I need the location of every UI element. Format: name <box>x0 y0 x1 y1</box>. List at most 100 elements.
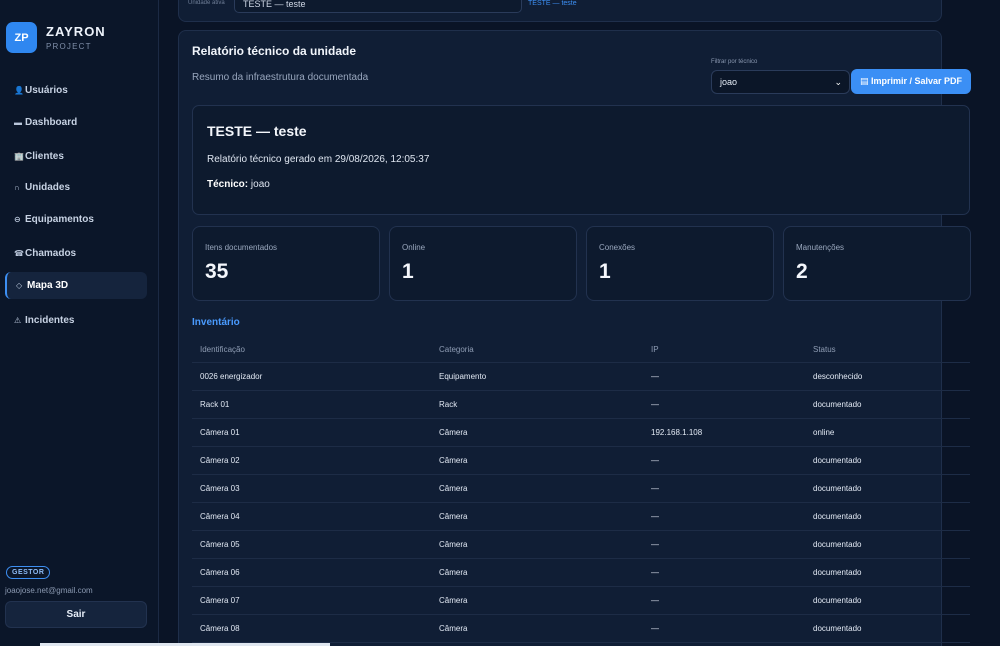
cell-identificacao: Câmera 08 <box>200 624 240 633</box>
phone-icon: ☎ <box>14 249 24 258</box>
sidebar-item-label: Dashboard <box>25 117 78 128</box>
brand-name: ZAYRON <box>46 24 106 39</box>
sidebar-item-label: Usuários <box>25 85 68 96</box>
cell-status: documentado <box>813 624 862 633</box>
inventory-title: Inventário <box>192 317 240 328</box>
unit-select[interactable]: TESTE — teste <box>234 0 522 13</box>
cell-ip: — <box>651 540 659 549</box>
stat-value: 2 <box>796 260 808 283</box>
technician-value: joao <box>250 179 270 190</box>
column-header: Categoria <box>439 345 474 354</box>
table-row[interactable]: Câmera 03 Câmera — documentado <box>192 475 970 503</box>
technician-filter-select[interactable]: joao ⌄ <box>711 70 850 94</box>
table-row[interactable]: Câmera 04 Câmera — documentado <box>192 503 970 531</box>
stat-label: Itens documentados <box>205 243 278 252</box>
cell-identificacao: Câmera 02 <box>200 456 240 465</box>
table-row[interactable]: Câmera 07 Câmera — documentado <box>192 587 970 615</box>
column-header: IP <box>651 345 659 354</box>
cell-ip: — <box>651 624 659 633</box>
stat-value: 1 <box>599 260 611 283</box>
sidebar-nav: 👤 Usuários ▬ Dashboard 🏢 Clientes ∩ Unidades… <box>5 77 147 334</box>
cell-status: documentado <box>813 512 862 521</box>
cell-identificacao: Câmera 07 <box>200 596 240 605</box>
table-row[interactable]: Câmera 01 Câmera 192.168.1.108 online <box>192 419 970 447</box>
table-row[interactable]: Rack 01 Rack — documentado <box>192 391 970 419</box>
cell-ip: — <box>651 596 659 605</box>
cell-status: online <box>813 428 835 437</box>
unit-selector-label: Unidade ativa <box>188 0 225 6</box>
stat-card: Manutenções 2 <box>783 226 971 301</box>
cell-identificacao: Câmera 03 <box>200 484 240 493</box>
main-content: Unidade ativa TESTE — teste TESTE — test… <box>159 0 1000 646</box>
technician-filter-value: joao <box>720 77 738 87</box>
table-row[interactable]: Câmera 08 Câmera — documentado <box>192 615 970 643</box>
logo: ZP <box>6 22 37 53</box>
table-row[interactable]: Câmera 05 Câmera — documentado <box>192 531 970 559</box>
cell-identificacao: Câmera 05 <box>200 540 240 549</box>
column-header: Identificação <box>200 345 245 354</box>
sidebar-item-label: Mapa 3D <box>27 280 69 291</box>
stat-value: 35 <box>205 260 229 283</box>
sidebar-item-equipamentos[interactable]: ⊖ Equipamentos <box>5 206 147 233</box>
role-badge: GESTOR <box>6 566 51 579</box>
column-header: Status <box>813 345 836 354</box>
unit-selector-bar: Unidade ativa TESTE — teste TESTE — test… <box>178 0 942 22</box>
cell-status: documentado <box>813 540 862 549</box>
cell-categoria: Câmera <box>439 484 468 493</box>
cell-status: documentado <box>813 484 862 493</box>
sidebar-item-label: Unidades <box>25 182 71 193</box>
cell-categoria: Câmera <box>439 540 468 549</box>
dashboard-icon: ▬ <box>14 118 22 127</box>
report-info-panel: TESTE — teste Relatório técnico gerado e… <box>192 105 970 215</box>
unit-title: TESTE — teste <box>207 123 307 139</box>
unit-link[interactable]: TESTE — teste <box>528 0 577 7</box>
cell-ip: — <box>651 372 659 381</box>
cell-categoria: Câmera <box>439 624 468 633</box>
cell-categoria: Rack <box>439 400 458 409</box>
sidebar-item-incidentes[interactable]: ⚠ Incidentes <box>5 307 147 334</box>
cell-ip: — <box>651 456 659 465</box>
user-icon: 👤 <box>14 86 24 95</box>
stat-label: Conexões <box>599 243 636 252</box>
sidebar-item-clientes[interactable]: 🏢 Clientes <box>5 143 147 170</box>
print-pdf-button[interactable]: ▤ Imprimir / Salvar PDF <box>851 69 971 94</box>
chevron-down-icon: ⌄ <box>834 77 842 87</box>
stat-card: Itens documentados 35 <box>192 226 380 301</box>
sidebar-item-dashboard[interactable]: ▬ Dashboard <box>5 109 147 136</box>
cell-status: desconhecido <box>813 372 863 381</box>
cell-ip: 192.168.1.108 <box>651 428 703 437</box>
table-row[interactable]: Câmera 02 Câmera — documentado <box>192 447 970 475</box>
sidebar-item-label: Clientes <box>25 151 64 162</box>
technician-label: Técnico: <box>207 179 249 190</box>
diamond-icon: ◇ <box>16 281 23 290</box>
sidebar-item-mapa-3d[interactable]: ◇ Mapa 3D <box>5 272 147 299</box>
cell-identificacao: Rack 01 <box>200 400 230 409</box>
report-title: Relatório técnico da unidade <box>192 44 357 58</box>
table-row[interactable]: 0026 energizador Equipamento — desconhecido <box>192 363 970 391</box>
generated-at: Relatório técnico gerado em 29/08/2026, … <box>207 154 430 165</box>
equipment-icon: ⊖ <box>14 215 21 224</box>
cell-identificacao: Câmera 06 <box>200 568 240 577</box>
logout-button[interactable]: Sair <box>5 601 147 628</box>
cell-ip: — <box>651 568 659 577</box>
cell-ip: — <box>651 400 659 409</box>
inventory-table: Identificação Categoria IP Status 0026 e… <box>192 336 970 643</box>
sidebar-item-label: Incidentes <box>25 315 75 326</box>
cell-categoria: Câmera <box>439 456 468 465</box>
table-row[interactable]: Câmera 06 Câmera — documentado <box>192 559 970 587</box>
sidebar-item-usuarios[interactable]: 👤 Usuários <box>5 77 147 104</box>
report-subtitle: Resumo da infraestrutura documentada <box>192 72 369 83</box>
sidebar-item-chamados[interactable]: ☎ Chamados <box>5 240 147 267</box>
cell-categoria: Câmera <box>439 596 468 605</box>
cell-categoria: Câmera <box>439 512 468 521</box>
stat-card: Conexões 1 <box>586 226 774 301</box>
stat-label: Manutenções <box>796 243 845 252</box>
cell-ip: — <box>651 484 659 493</box>
cell-identificacao: 0026 energizador <box>200 372 263 381</box>
brand[interactable]: ZP ZAYRON PROJECT <box>6 22 106 53</box>
technician-line: Técnico: joao <box>207 179 270 190</box>
sidebar-item-unidades[interactable]: ∩ Unidades <box>5 174 147 201</box>
warning-icon: ⚠ <box>14 316 22 325</box>
table-header-row: Identificação Categoria IP Status <box>192 336 970 363</box>
cell-status: documentado <box>813 456 862 465</box>
